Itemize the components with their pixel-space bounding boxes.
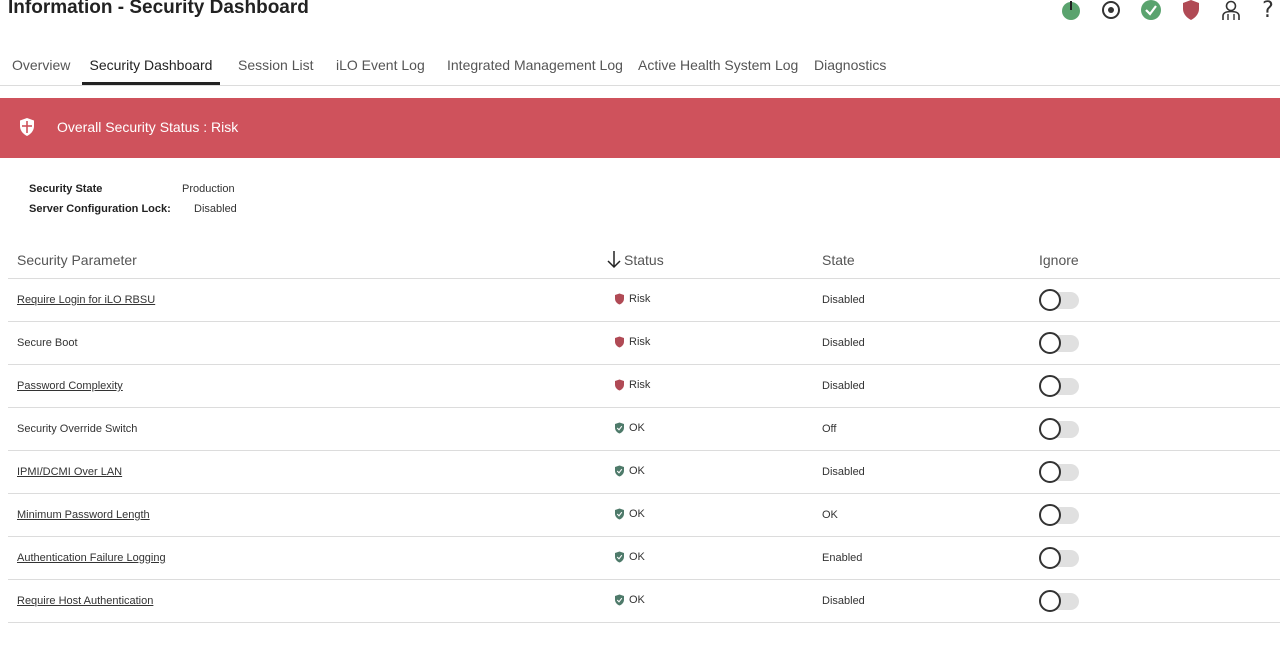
ok-shield-icon bbox=[614, 594, 629, 606]
status-cell: Risk bbox=[614, 336, 650, 348]
ok-shield-icon bbox=[614, 508, 629, 520]
table-row: Authentication Failure Logging OK Enabled bbox=[8, 537, 1280, 580]
ignore-toggle[interactable] bbox=[1039, 504, 1079, 526]
parameter-link[interactable]: Authentication Failure Logging bbox=[17, 552, 166, 564]
status-cell: OK bbox=[614, 508, 645, 520]
toggle-knob bbox=[1039, 375, 1061, 397]
ignore-toggle[interactable] bbox=[1039, 332, 1079, 354]
toggle-knob bbox=[1039, 547, 1061, 569]
table-row: Minimum Password Length OK OK bbox=[8, 494, 1280, 537]
state-value: Off bbox=[822, 423, 837, 435]
ignore-toggle[interactable] bbox=[1039, 590, 1079, 612]
table-row: Secure Boot Risk Disabled bbox=[8, 322, 1280, 365]
shield-icon bbox=[18, 117, 38, 137]
header-status[interactable]: Status bbox=[624, 252, 664, 268]
config-lock-value: Disabled bbox=[194, 203, 237, 215]
toggle-knob bbox=[1039, 504, 1061, 526]
security-state-label: Security State bbox=[29, 183, 103, 195]
risk-shield-icon bbox=[614, 379, 629, 391]
user-icon[interactable] bbox=[1218, 0, 1244, 23]
table-row: IPMI/DCMI Over LAN OK Disabled bbox=[8, 451, 1280, 494]
parameter-name: Secure Boot bbox=[17, 337, 78, 349]
status-text: OK bbox=[629, 551, 645, 563]
table-body: Require Login for iLO RBSU Risk Disabled Se… bbox=[8, 279, 1280, 623]
security-state-value: Production bbox=[182, 183, 235, 195]
state-value: Disabled bbox=[822, 380, 865, 392]
ignore-toggle[interactable] bbox=[1039, 289, 1079, 311]
parameter-link[interactable]: Require Host Authentication bbox=[17, 595, 153, 607]
toggle-knob bbox=[1039, 590, 1061, 612]
toggle-knob bbox=[1039, 289, 1061, 311]
security-parameters-table: Security Parameter Status State Ignore R… bbox=[8, 239, 1280, 623]
tab-diagnostics[interactable]: Diagnostics bbox=[814, 48, 886, 85]
tab-active-health-system-log[interactable]: Active Health System Log bbox=[638, 48, 798, 85]
tab-security-dashboard[interactable]: Security Dashboard bbox=[82, 48, 220, 85]
state-value: Disabled bbox=[822, 466, 865, 478]
ok-shield-icon bbox=[614, 422, 629, 434]
security-status-banner: Overall Security Status : Risk bbox=[0, 98, 1280, 158]
health-ok-icon[interactable] bbox=[1138, 0, 1164, 23]
ignore-toggle[interactable] bbox=[1039, 375, 1079, 397]
parameter-name: Security Override Switch bbox=[17, 423, 138, 435]
state-value: Enabled bbox=[822, 552, 863, 564]
state-value: Disabled bbox=[822, 294, 865, 306]
sort-arrow-down-icon[interactable] bbox=[606, 249, 622, 269]
tab-overview[interactable]: Overview bbox=[12, 48, 70, 85]
state-value: Disabled bbox=[822, 595, 865, 607]
overall-security-status: Overall Security Status : Risk bbox=[57, 119, 239, 135]
status-cell: Risk bbox=[614, 379, 650, 391]
status-text: Risk bbox=[629, 293, 651, 305]
help-icon[interactable]: ? bbox=[1258, 0, 1278, 23]
status-cell: OK bbox=[614, 551, 645, 563]
status-text: OK bbox=[629, 422, 645, 434]
parameter-link[interactable]: Minimum Password Length bbox=[17, 509, 150, 521]
table-row: Require Host Authentication OK Disabled bbox=[8, 580, 1280, 623]
ok-shield-icon bbox=[614, 551, 629, 563]
tab-ilo-event-log[interactable]: iLO Event Log bbox=[336, 48, 425, 85]
tab-bar: Overview Security Dashboard Session List… bbox=[0, 48, 1280, 86]
page-title: Information - Security Dashboard bbox=[8, 0, 309, 18]
status-text: Risk bbox=[629, 379, 651, 391]
header-ignore: Ignore bbox=[1039, 252, 1079, 268]
ignore-toggle[interactable] bbox=[1039, 418, 1079, 440]
table-row: Require Login for iLO RBSU Risk Disabled bbox=[8, 279, 1280, 322]
toggle-knob bbox=[1039, 461, 1061, 483]
ignore-toggle[interactable] bbox=[1039, 461, 1079, 483]
status-cell: Risk bbox=[614, 293, 650, 305]
risk-shield-icon bbox=[614, 293, 629, 305]
header-state[interactable]: State bbox=[822, 252, 855, 268]
table-row: Security Override Switch OK Off bbox=[8, 408, 1280, 451]
state-value: Disabled bbox=[822, 337, 865, 349]
parameter-link[interactable]: Require Login for iLO RBSU bbox=[17, 294, 155, 306]
status-cell: OK bbox=[614, 422, 645, 434]
status-cell: OK bbox=[614, 594, 645, 606]
ok-shield-icon bbox=[614, 465, 629, 477]
config-lock-label: Server Configuration Lock: bbox=[29, 203, 171, 215]
security-shield-icon[interactable] bbox=[1178, 0, 1204, 23]
status-text: Risk bbox=[629, 336, 651, 348]
status-text: OK bbox=[629, 508, 645, 520]
parameter-link[interactable]: Password Complexity bbox=[17, 380, 123, 392]
header: Information - Security Dashboard ? bbox=[0, 0, 1280, 40]
header-security-parameter[interactable]: Security Parameter bbox=[17, 252, 137, 268]
target-icon[interactable] bbox=[1098, 0, 1124, 23]
parameter-link[interactable]: IPMI/DCMI Over LAN bbox=[17, 466, 122, 478]
status-cell: OK bbox=[614, 465, 645, 477]
tab-session-list[interactable]: Session List bbox=[238, 48, 313, 85]
table-row: Password Complexity Risk Disabled bbox=[8, 365, 1280, 408]
ignore-toggle[interactable] bbox=[1039, 547, 1079, 569]
state-value: OK bbox=[822, 509, 838, 521]
risk-shield-icon bbox=[614, 336, 629, 348]
tab-integrated-management-log[interactable]: Integrated Management Log bbox=[447, 48, 623, 85]
status-text: OK bbox=[629, 594, 645, 606]
toggle-knob bbox=[1039, 332, 1061, 354]
status-text: OK bbox=[629, 465, 645, 477]
table-header: Security Parameter Status State Ignore bbox=[8, 239, 1280, 279]
power-icon[interactable] bbox=[1058, 0, 1084, 23]
toggle-knob bbox=[1039, 418, 1061, 440]
